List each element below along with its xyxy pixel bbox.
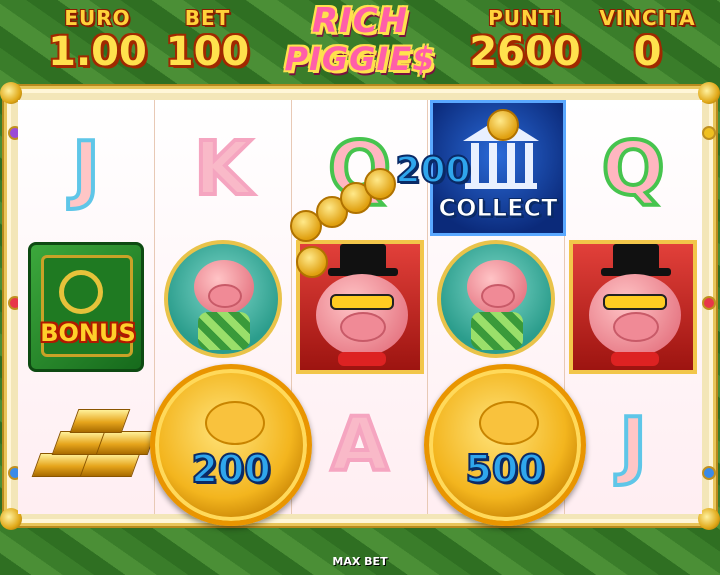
punti-stat: PUNTI 2600 — [460, 6, 590, 74]
symbol-k: K — [155, 100, 291, 238]
flying-coin-icon — [296, 246, 328, 278]
punti-value: 2600 — [469, 29, 581, 75]
symbol-q: Q — [565, 100, 701, 238]
symbol-pig-golfer — [428, 230, 564, 368]
collect-label: COLLECT — [438, 194, 558, 223]
bet-stat: BET 100 — [160, 6, 255, 74]
pig-golfer-icon — [437, 240, 556, 358]
payline-gem — [702, 296, 716, 310]
letter-k: K — [192, 126, 253, 212]
piggy-bank-icon — [205, 401, 265, 445]
coin-value: 200 — [190, 446, 271, 492]
letter-a: A — [329, 402, 390, 488]
bet-value[interactable]: 100 — [160, 30, 255, 74]
vincita-label: VINCITA — [599, 6, 696, 30]
safe-icon: BONUS — [28, 242, 144, 372]
max-bet-button[interactable]: MAX BET — [300, 555, 420, 568]
coin-symbol: 200 — [150, 364, 312, 526]
logo-line-2: PIGGIE$ — [284, 40, 436, 78]
reel-1: J BONUS — [18, 100, 157, 514]
coin-icon — [487, 109, 519, 141]
pig-golfer-icon — [163, 240, 282, 358]
euro-label: EURO — [64, 6, 131, 30]
pig-boss-icon — [569, 240, 698, 374]
payline-gem — [702, 126, 716, 140]
gold-bars-icon — [26, 395, 157, 495]
punti-label: PUNTI — [488, 6, 562, 30]
symbol-gold-bars — [18, 376, 157, 514]
bonus-label: BONUS — [40, 319, 136, 347]
symbol-bonus-safe: BONUS — [18, 238, 154, 376]
piggy-bank-icon — [479, 401, 539, 445]
euro-stat: EURO 1.00 — [40, 6, 155, 74]
coin-value: 500 — [464, 446, 545, 492]
vincita-stat: VINCITA 0 — [590, 6, 705, 74]
bet-label: BET — [184, 6, 231, 30]
letter-j: J — [70, 126, 101, 212]
logo-line-1: RICH — [311, 1, 409, 41]
flying-coin-icon — [364, 168, 396, 200]
euro-value[interactable]: 1.00 — [40, 30, 155, 74]
payline-gem — [702, 466, 716, 480]
reels-grid: J BONUS K Q A Q J — [18, 100, 702, 514]
symbol-pig-boss — [565, 238, 701, 376]
vincita-value: 0 — [633, 29, 662, 75]
header-bar: EURO 1.00 BET 100 RICH PIGGIE$ PUNTI 260… — [0, 0, 720, 88]
symbol-j: J — [18, 100, 154, 238]
game-logo: RICH PIGGIE$ — [262, 0, 458, 90]
coin-symbol: 500 — [424, 364, 586, 526]
letter-q: Q — [600, 126, 667, 212]
symbol-pig-golfer — [155, 230, 291, 368]
letter-j: J — [617, 402, 648, 488]
